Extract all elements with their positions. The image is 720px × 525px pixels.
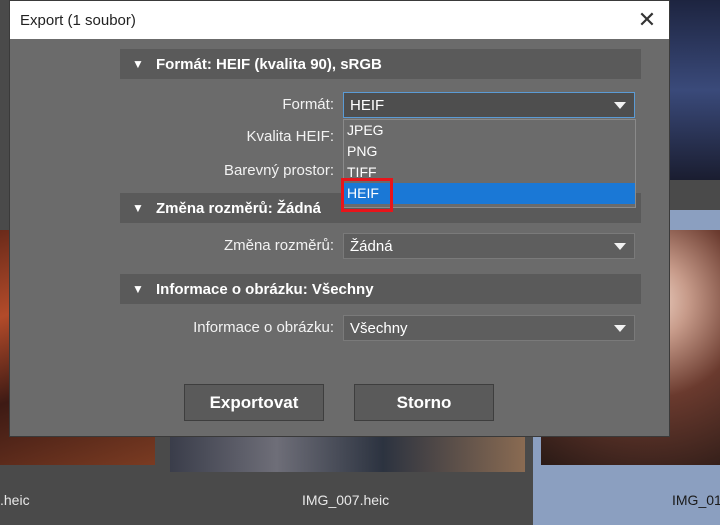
collapse-triangle-icon: ▼: [132, 57, 144, 71]
info-select[interactable]: Všechny: [343, 315, 635, 341]
gallery-caption-middle: IMG_007.heic: [302, 492, 390, 508]
chevron-down-icon: [614, 102, 626, 109]
chevron-down-icon: [614, 325, 626, 332]
close-icon: ✕: [637, 7, 657, 32]
gallery-photo-top-right: [670, 0, 720, 180]
resize-select[interactable]: Žádná: [343, 233, 635, 259]
chevron-down-icon: [614, 243, 626, 250]
close-button[interactable]: ✕: [625, 1, 669, 39]
export-dialog: Export (1 soubor) ✕ ▼ Formát: HEIF (kval…: [9, 0, 670, 437]
quality-label: Kvalita HEIF:: [246, 128, 334, 145]
format-select[interactable]: HEIF: [343, 92, 635, 118]
collapse-triangle-icon: ▼: [132, 282, 144, 296]
section-info-title: Informace o obrázku: Všechny: [156, 280, 374, 298]
section-resize-title: Změna rozměrů: Žádná: [156, 199, 322, 217]
dialog-title: Export (1 soubor): [20, 11, 136, 29]
dialog-titlebar: Export (1 soubor) ✕: [10, 1, 669, 39]
export-button[interactable]: Exportovat: [184, 384, 324, 421]
collapse-triangle-icon: ▼: [132, 201, 144, 215]
format-label: Formát:: [282, 96, 334, 113]
annotation-highlight-box: [341, 178, 393, 212]
resize-select-value: Žádná: [350, 237, 393, 255]
info-select-value: Všechny: [350, 319, 408, 337]
resize-label: Změna rozměrů:: [223, 237, 334, 254]
dropdown-option-png[interactable]: PNG: [344, 141, 635, 162]
dropdown-option-jpeg[interactable]: JPEG: [344, 120, 635, 141]
colorspace-label: Barevný prostor:: [223, 162, 334, 179]
info-label: Informace o obrázku:: [193, 319, 334, 336]
section-format-title: Formát: HEIF (kvalita 90), sRGB: [156, 55, 382, 73]
format-select-value: HEIF: [350, 96, 385, 114]
gallery-caption-left: .heic: [0, 492, 30, 508]
gallery-caption-right: IMG_01: [672, 492, 720, 508]
cancel-button[interactable]: Storno: [354, 384, 494, 421]
section-format-header[interactable]: ▼ Formát: HEIF (kvalita 90), sRGB: [120, 49, 641, 79]
section-info-header[interactable]: ▼ Informace o obrázku: Všechny: [120, 274, 641, 304]
